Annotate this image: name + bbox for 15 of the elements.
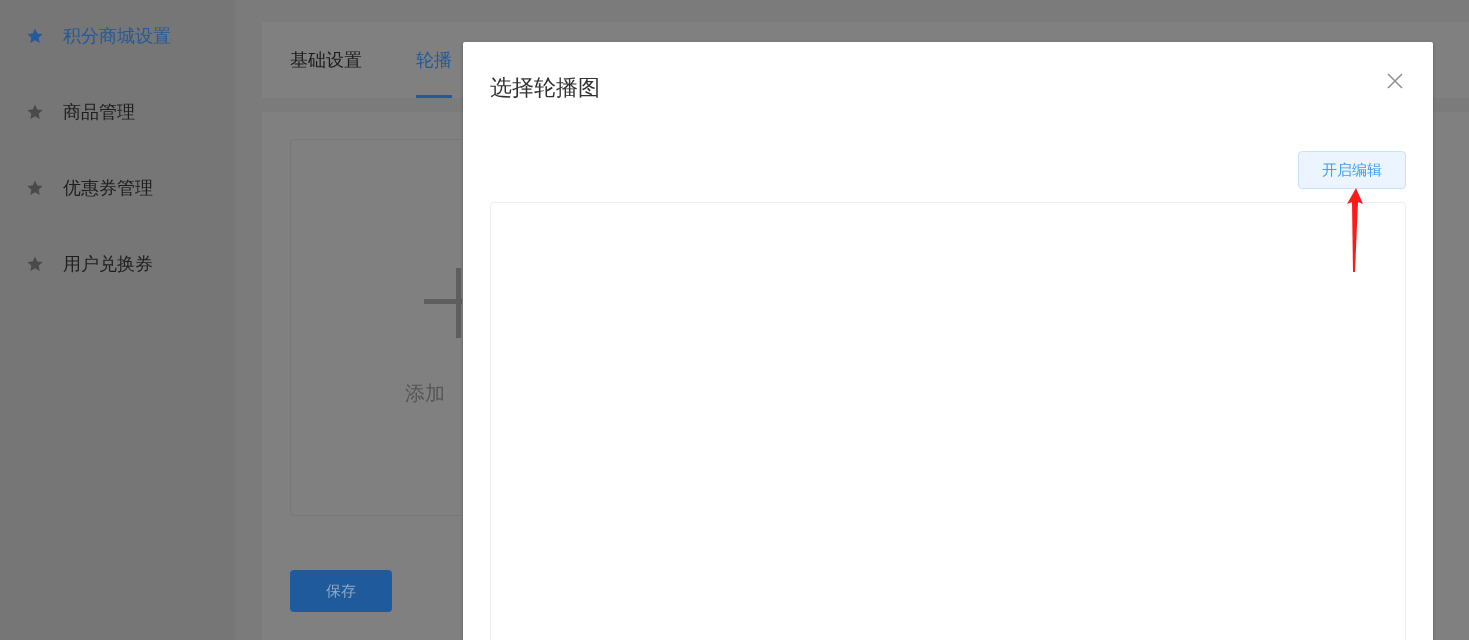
star-icon (26, 27, 44, 45)
close-icon[interactable] (1387, 72, 1403, 89)
star-icon (26, 103, 44, 121)
sidebar-item[interactable]: 商品管理 (0, 93, 235, 131)
star-icon (26, 255, 44, 273)
dialog-title: 选择轮播图 (490, 74, 600, 102)
star-icon (26, 179, 44, 197)
edit-button[interactable]: 开启编辑 (1298, 151, 1406, 189)
plus-icon (424, 268, 462, 338)
tab[interactable]: 轮播 (416, 22, 452, 98)
tab[interactable]: 基础设置 (290, 22, 362, 98)
sidebar-item[interactable]: 积分商城设置 (0, 17, 235, 55)
save-button[interactable]: 保存 (290, 570, 392, 612)
sidebar-item[interactable]: 用户兑换券 (0, 245, 235, 283)
sidebar-item[interactable]: 优惠券管理 (0, 169, 235, 207)
